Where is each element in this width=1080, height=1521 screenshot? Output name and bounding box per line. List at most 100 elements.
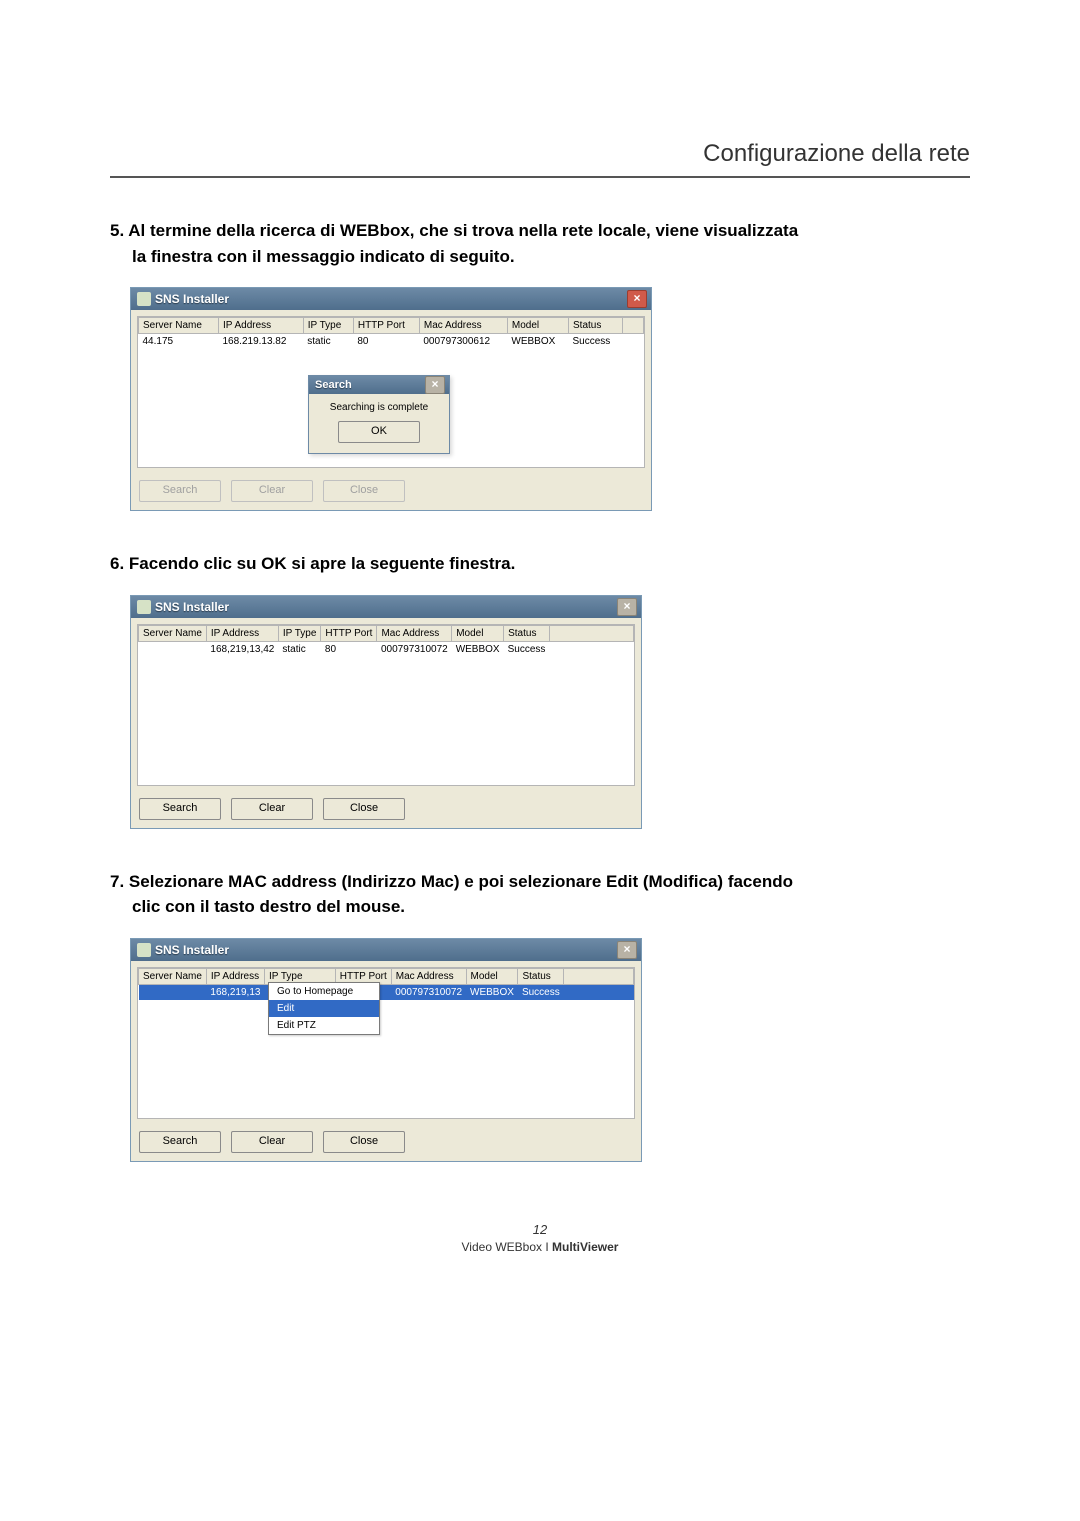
cell-mac: 000797310072 <box>391 984 466 1000</box>
close-button[interactable]: Close <box>323 798 405 820</box>
cell-mac: 000797300612 <box>419 334 507 350</box>
cell-model: WEBBOX <box>452 641 504 657</box>
step-7-line2: clic con il tasto destro del mouse. <box>132 894 970 920</box>
menu-item-editptz[interactable]: Edit PTZ <box>269 1017 379 1034</box>
col-port[interactable]: HTTP Port <box>353 318 419 334</box>
app-icon <box>137 292 151 306</box>
cell-server: 44.175 <box>139 334 219 350</box>
step-6-num: 6. <box>110 554 124 573</box>
table-area: Server Name IP Address IP Type HTTP Port… <box>138 625 634 785</box>
clear-button[interactable]: Clear <box>231 798 313 820</box>
cell-iptype: static <box>303 334 353 350</box>
cell-server <box>139 641 207 657</box>
window-title: SNS Installer <box>155 943 613 957</box>
titlebar: SNS Installer × <box>131 288 651 310</box>
table-header-row: Server Name IP Address IP Type HTTP Port… <box>139 318 644 334</box>
page-number: 12 <box>110 1222 970 1237</box>
col-status[interactable]: Status <box>569 318 623 334</box>
clear-button: Clear <box>231 480 313 502</box>
col-ip[interactable]: IP Address <box>218 318 303 334</box>
cell-model: WEBBOX <box>507 334 568 350</box>
search-button: Search <box>139 480 221 502</box>
table-row[interactable]: 44.175 168.219.13.82 static 80 000797300… <box>139 334 644 350</box>
close-button[interactable]: Close <box>323 1131 405 1153</box>
product-line: Video WEBbox I MultiViewer <box>462 1240 619 1254</box>
step-5-num: 5. <box>110 221 124 240</box>
clear-button[interactable]: Clear <box>231 1131 313 1153</box>
window-title: SNS Installer <box>155 292 623 306</box>
step-7-text: 7. Selezionare MAC address (Indirizzo Ma… <box>110 869 970 920</box>
window-inner: Server Name IP Address IP Type HTTP Port… <box>137 967 635 1119</box>
results-table: Server Name IP Address IP Type HTTP Port… <box>138 625 634 657</box>
app-icon <box>137 943 151 957</box>
col-spacer <box>549 625 633 641</box>
cell-ip: 168.219.13.82 <box>218 334 303 350</box>
col-iptype[interactable]: IP Type <box>278 625 321 641</box>
window-inner: Server Name IP Address IP Type HTTP Port… <box>137 624 635 786</box>
col-model[interactable]: Model <box>452 625 504 641</box>
col-iptype[interactable]: IP Type <box>303 318 353 334</box>
cell-server <box>139 984 207 1000</box>
col-server[interactable]: Server Name <box>139 968 207 984</box>
close-icon[interactable]: × <box>627 290 647 308</box>
step-5: 5. Al termine della ricerca di WEBbox, c… <box>110 218 970 511</box>
menu-item-homepage[interactable]: Go to Homepage <box>269 983 379 1000</box>
dialog-body: Searching is complete OK <box>309 394 449 453</box>
table-row[interactable]: 168,219,13,42 static 80 000797310072 WEB… <box>139 641 634 657</box>
col-model[interactable]: Model <box>466 968 518 984</box>
cell-ip: 168,219,13 <box>206 984 264 1000</box>
col-mac[interactable]: Mac Address <box>391 968 466 984</box>
col-mac[interactable]: Mac Address <box>419 318 507 334</box>
results-table: Server Name IP Address IP Type HTTP Port… <box>138 317 644 349</box>
col-server[interactable]: Server Name <box>139 318 219 334</box>
close-icon[interactable]: × <box>617 941 637 959</box>
cell-port: 80 <box>353 334 419 350</box>
dialog-titlebar: Search × <box>309 376 449 394</box>
close-icon[interactable]: × <box>617 598 637 616</box>
cell-status: Success <box>569 334 623 350</box>
table-area: Server Name IP Address IP Type HTTP Port… <box>138 317 644 467</box>
table-header-row: Server Name IP Address IP Type HTTP Port… <box>139 625 634 641</box>
cell-ip: 168,219,13,42 <box>206 641 278 657</box>
ok-button[interactable]: OK <box>338 421 420 443</box>
button-row: Search Clear Close <box>131 1125 641 1161</box>
context-menu: Go to Homepage Edit Edit PTZ <box>268 982 380 1035</box>
sns-installer-window-1: SNS Installer × Server Name IP Address I… <box>130 287 652 511</box>
step-6: 6. Facendo clic su OK si apre la seguent… <box>110 551 970 829</box>
search-dialog: Search × Searching is complete OK <box>308 375 450 454</box>
close-icon[interactable]: × <box>425 376 445 394</box>
col-spacer <box>564 968 634 984</box>
col-model[interactable]: Model <box>507 318 568 334</box>
search-button[interactable]: Search <box>139 798 221 820</box>
cell-port: 80 <box>321 641 377 657</box>
step-6-line: Facendo clic su OK si apre la seguente f… <box>129 554 515 573</box>
table-row[interactable]: 168,219,13 000797310072 WEBBOX Success <box>139 984 634 1000</box>
cell-iptype: static <box>278 641 321 657</box>
sns-installer-window-3: SNS Installer × Server Name IP Address I… <box>130 938 642 1162</box>
titlebar: SNS Installer × <box>131 939 641 961</box>
results-table: Server Name IP Address IP Type HTTP Port… <box>138 968 634 1000</box>
button-row: Search Clear Close <box>131 474 651 510</box>
dialog-message: Searching is complete <box>315 402 443 413</box>
page-title: Configurazione della rete <box>110 140 970 168</box>
window-title: SNS Installer <box>155 600 613 614</box>
col-server[interactable]: Server Name <box>139 625 207 641</box>
col-mac[interactable]: Mac Address <box>377 625 452 641</box>
cell-status: Success <box>504 641 550 657</box>
col-status[interactable]: Status <box>504 625 550 641</box>
search-button[interactable]: Search <box>139 1131 221 1153</box>
col-ip[interactable]: IP Address <box>206 625 278 641</box>
titlebar: SNS Installer × <box>131 596 641 618</box>
window-inner: Server Name IP Address IP Type HTTP Port… <box>137 316 645 468</box>
col-port[interactable]: HTTP Port <box>321 625 377 641</box>
col-ip[interactable]: IP Address <box>206 968 264 984</box>
step-7: 7. Selezionare MAC address (Indirizzo Ma… <box>110 869 970 1162</box>
step-5-line2: la finestra con il messaggio indicato di… <box>132 244 970 270</box>
menu-item-edit[interactable]: Edit <box>269 1000 379 1017</box>
dialog-title: Search <box>315 379 421 391</box>
step-7-line1: Selezionare MAC address (Indirizzo Mac) … <box>129 872 793 891</box>
sns-installer-window-2: SNS Installer × Server Name IP Address I… <box>130 595 642 829</box>
step-5-line1: Al termine della ricerca di WEBbox, che … <box>128 221 798 240</box>
col-status[interactable]: Status <box>518 968 564 984</box>
footer: 12 Video WEBbox I MultiViewer <box>110 1222 970 1254</box>
